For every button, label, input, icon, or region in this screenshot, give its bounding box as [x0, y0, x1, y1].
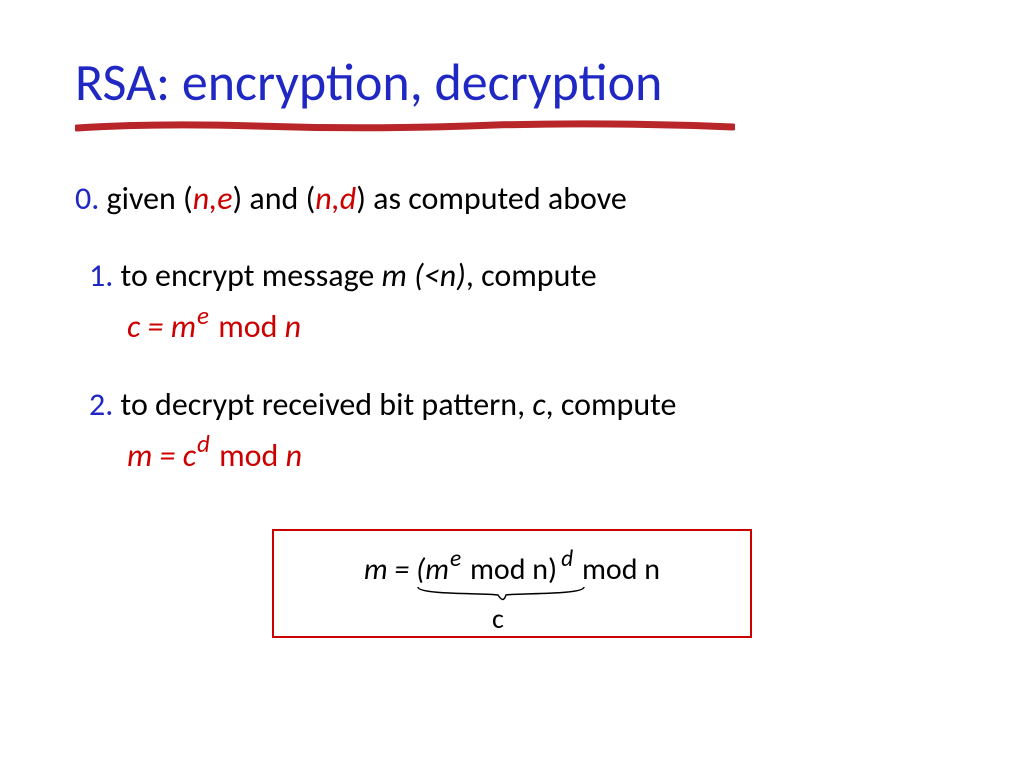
- step-1: 1. to encrypt message m (<n), compute c …: [89, 254, 949, 348]
- slide: RSA: encryption, decryption 0. given (n,…: [0, 0, 1024, 688]
- decrypt-formula: m = cd mod n: [127, 434, 949, 477]
- step-number: 0.: [75, 179, 99, 218]
- key-pair-ne: n,e: [193, 179, 233, 218]
- exponent-d: d: [197, 428, 210, 459]
- slide-title: RSA: encryption, decryption: [75, 50, 949, 114]
- encrypt-formula: c = me mod n: [127, 305, 949, 348]
- exponent-d: d: [561, 545, 573, 573]
- message-m: m (<n): [382, 256, 466, 295]
- key-pair-nd: n,d: [315, 179, 356, 218]
- step-number: 1.: [89, 256, 113, 295]
- exponent-e: e: [450, 545, 461, 573]
- step-number: 2.: [89, 385, 113, 424]
- brace-label-c: c: [492, 601, 504, 636]
- identity-box-wrap: m = (me mod n)d mod n c: [75, 529, 949, 638]
- exponent-e: e: [197, 300, 209, 331]
- title-underline: [75, 120, 735, 134]
- step-2: 2. to decrypt received bit pattern, c, c…: [89, 383, 949, 477]
- step-0: 0. given (n,e) and (n,d) as computed abo…: [75, 177, 949, 220]
- cipher-c: c: [532, 385, 545, 424]
- identity-box: m = (me mod n)d mod n c: [272, 529, 752, 638]
